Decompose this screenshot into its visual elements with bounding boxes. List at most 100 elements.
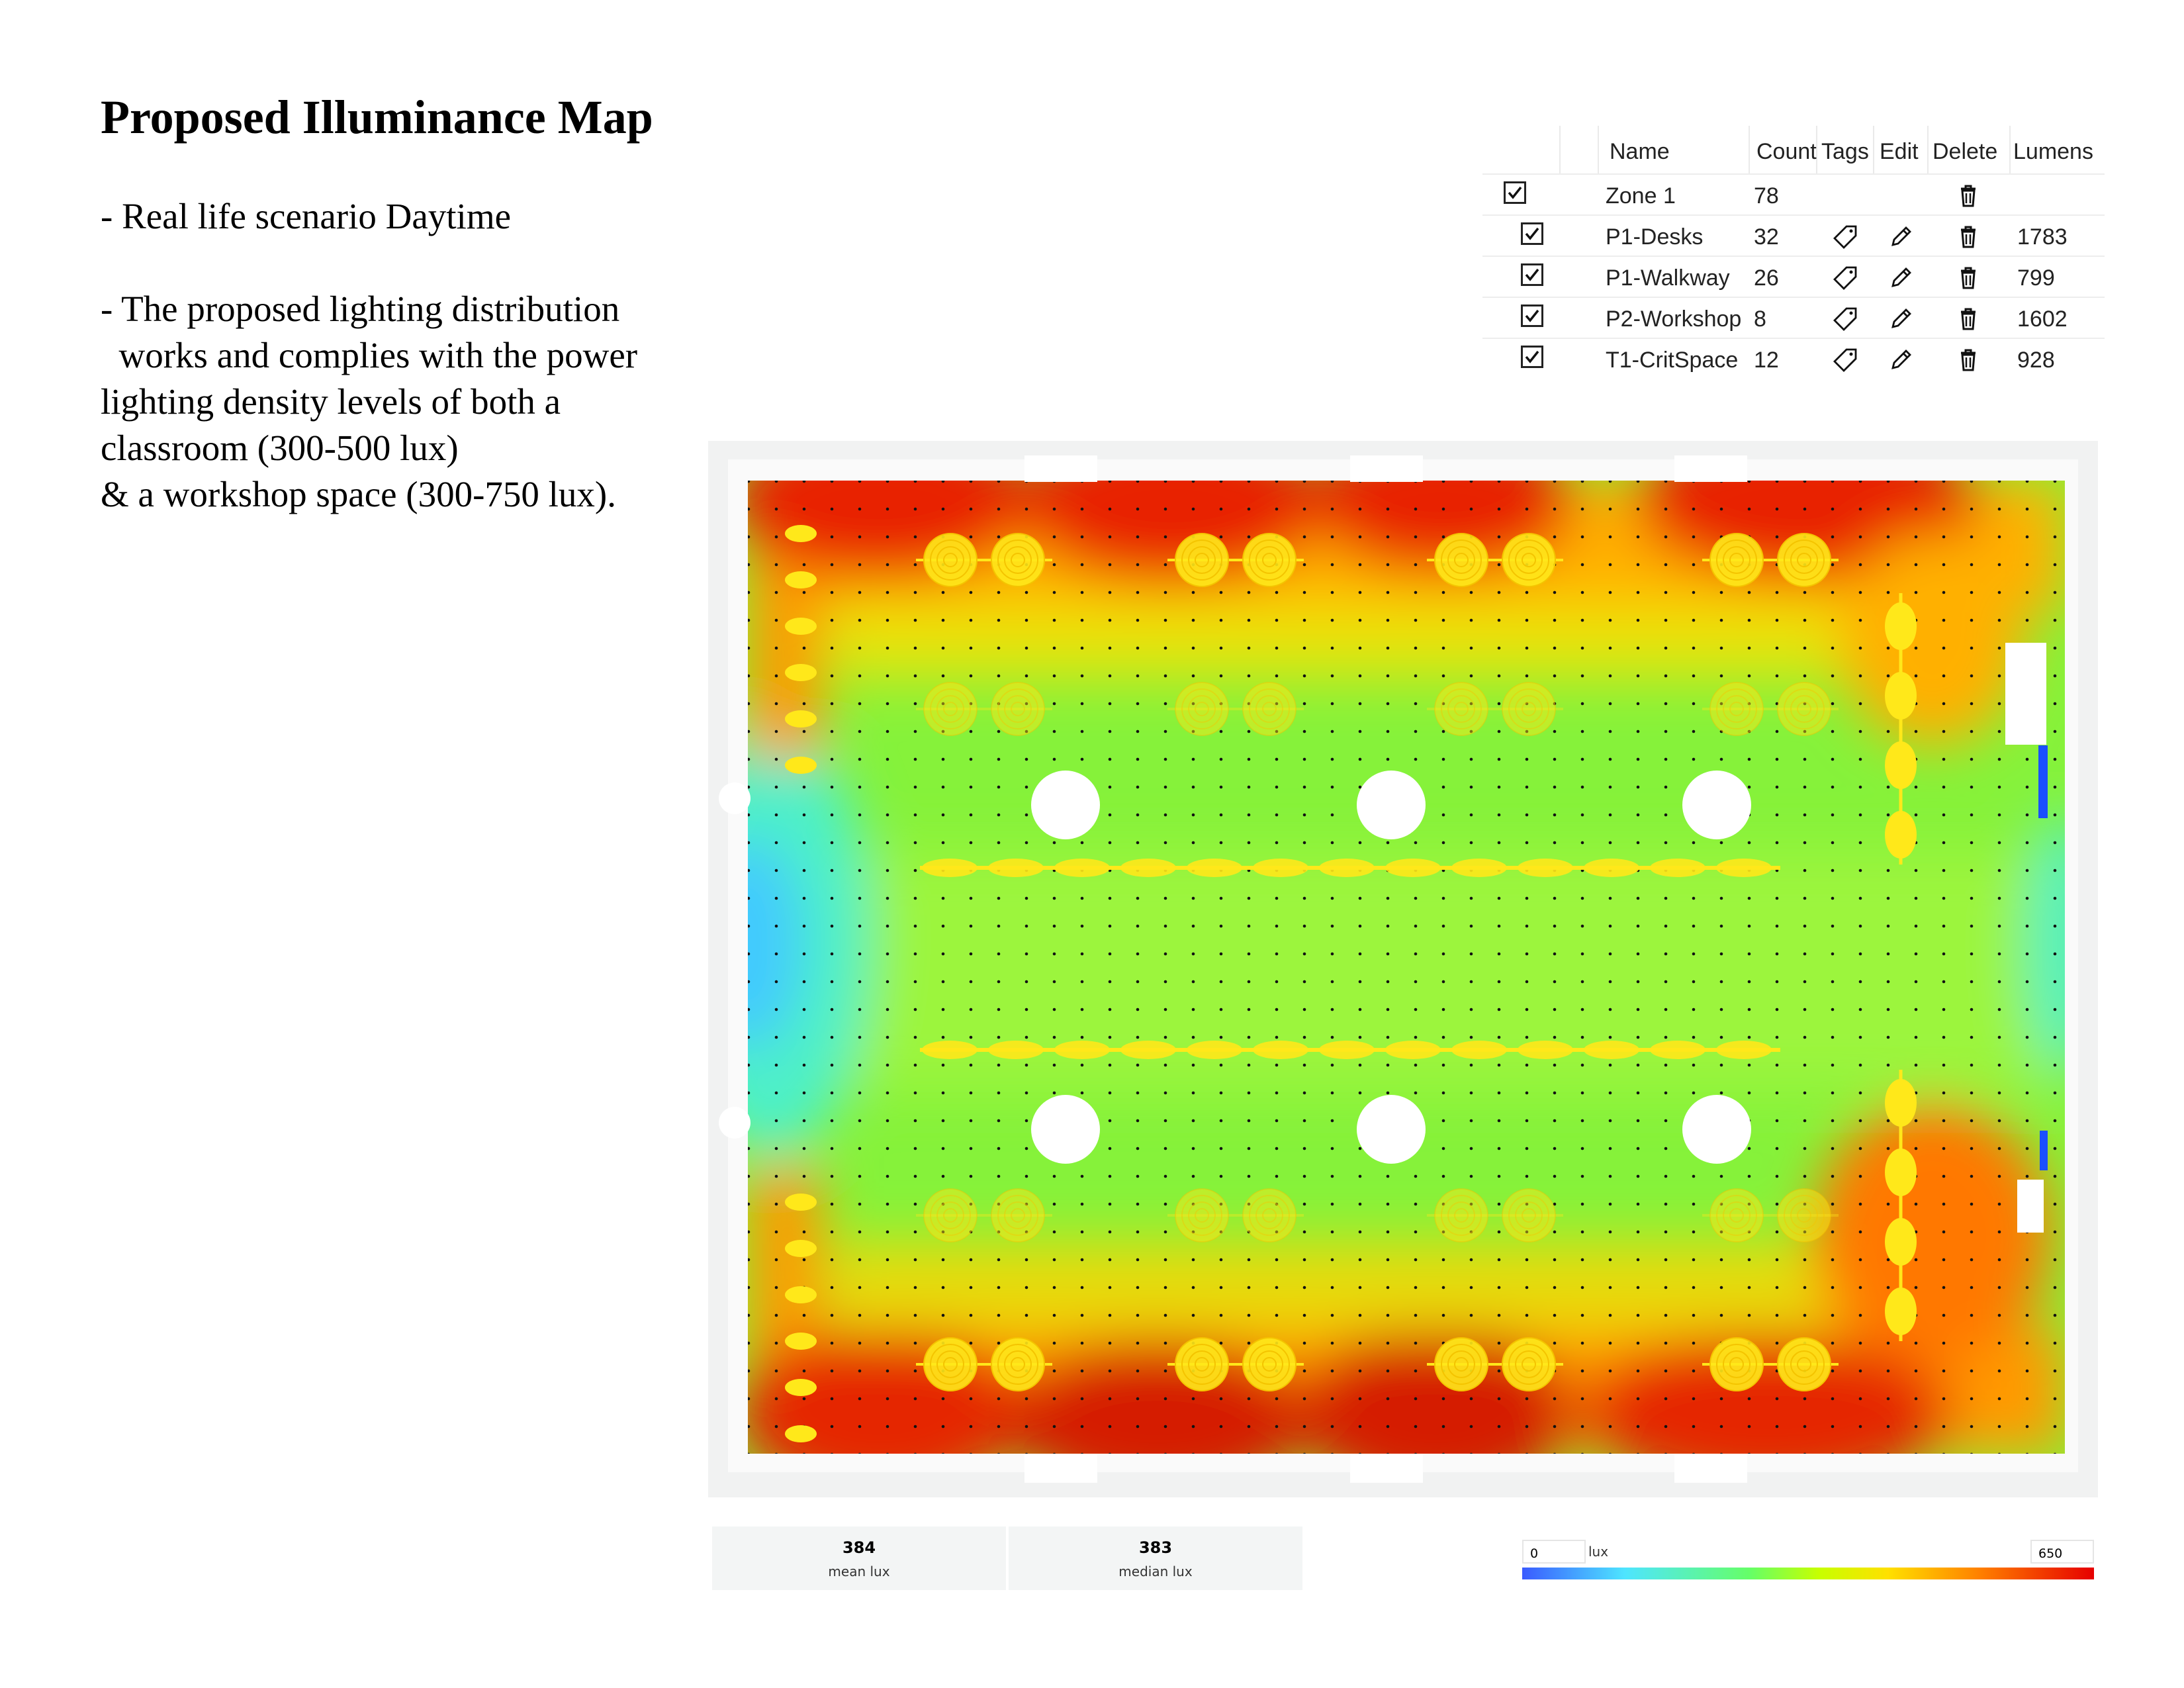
pendant-luminaire <box>1175 1188 1229 1243</box>
lux-color-legend: 0 lux 650 <box>1522 1540 2094 1582</box>
row-name: T1-CritSpace <box>1606 348 1739 373</box>
pendant-luminaire <box>1502 1337 1556 1391</box>
column <box>1357 771 1426 839</box>
table-row-zone-1[interactable]: Zone 1 78 <box>1482 173 2105 216</box>
table-row-p1-walkway[interactable]: P1-Walkway 26 799 <box>1482 256 2105 298</box>
pendant-luminaire <box>1175 533 1229 587</box>
check-icon <box>1508 186 1522 199</box>
header-count[interactable]: Count <box>1756 139 1817 165</box>
pendant-luminaire <box>1502 533 1556 587</box>
pendant-luminaire <box>991 1188 1045 1243</box>
row-checkbox[interactable] <box>1521 263 1543 286</box>
pendant-luminaire <box>1434 1188 1488 1243</box>
header-delete[interactable]: Delete <box>1933 139 1997 165</box>
mean-lux-value: 384 <box>842 1538 876 1557</box>
column <box>1682 771 1751 839</box>
table-row-p2-workshop[interactable]: P2-Workshop 8 1602 <box>1482 297 2105 339</box>
legend-max-input[interactable]: 650 <box>2030 1540 2094 1564</box>
illuminance-map-canvas[interactable] <box>708 441 2098 1497</box>
tag-icon[interactable] <box>1832 224 1858 250</box>
row-count: 12 <box>1754 348 1779 373</box>
pendant-luminaire <box>1175 1337 1229 1391</box>
pendant-luminaire <box>923 533 978 587</box>
column <box>1682 1095 1751 1164</box>
window-marker <box>2038 745 2048 818</box>
header-tags[interactable]: Tags <box>1821 139 1869 165</box>
trash-icon[interactable] <box>1955 183 1981 209</box>
row-name: P1-Walkway <box>1606 265 1730 291</box>
legend-unit: lux <box>1588 1544 1609 1560</box>
pencil-icon[interactable] <box>1888 306 1914 332</box>
check-icon <box>1525 268 1539 281</box>
table-row-t1-critspace[interactable]: T1-CritSpace 12 928 <box>1482 338 2105 380</box>
pendant-luminaire <box>1434 1337 1488 1391</box>
header-lumens[interactable]: Lumens <box>2013 139 2093 165</box>
pendant-luminaire <box>1242 533 1297 587</box>
pendant-luminaire <box>1777 1188 1831 1243</box>
pendant-luminaire <box>1709 533 1764 587</box>
pendant-luminaire <box>1175 682 1229 736</box>
pendant-luminaire <box>1709 1337 1764 1391</box>
row-checkbox[interactable] <box>1521 346 1543 368</box>
pendant-luminaire <box>1709 1188 1764 1243</box>
trash-icon[interactable] <box>1955 265 1981 291</box>
legend-min-input[interactable]: 0 <box>1522 1540 1586 1564</box>
row-lumens: 928 <box>2017 348 2055 373</box>
median-lux-card: 383 median lux <box>1009 1526 1302 1590</box>
row-name: Zone 1 <box>1606 183 1676 209</box>
row-checkbox[interactable] <box>1504 181 1526 204</box>
row-lumens: 1783 <box>2017 224 2068 250</box>
pendant-luminaire <box>1777 533 1831 587</box>
check-icon <box>1525 350 1539 363</box>
pendant-luminaire <box>991 1337 1045 1391</box>
column <box>1031 1095 1100 1164</box>
row-count: 78 <box>1754 183 1779 209</box>
median-lux-label: median lux <box>1118 1564 1193 1579</box>
row-lumens: 799 <box>2017 265 2055 291</box>
header-edit[interactable]: Edit <box>1880 139 1919 165</box>
pendant-luminaire <box>1502 682 1556 736</box>
trash-icon[interactable] <box>1955 306 1981 332</box>
scenario-description: - Real life scenario Daytime <box>101 196 512 236</box>
pendant-luminaire <box>991 533 1045 587</box>
mean-lux-card: 384 mean lux <box>712 1526 1006 1590</box>
tag-icon[interactable] <box>1832 265 1858 291</box>
check-icon <box>1525 227 1539 240</box>
row-checkbox[interactable] <box>1521 305 1543 327</box>
legend-gradient-bar <box>1522 1568 2094 1579</box>
row-lumens: 1602 <box>2017 306 2068 332</box>
row-count: 32 <box>1754 224 1779 250</box>
check-icon <box>1525 309 1539 322</box>
header-name[interactable]: Name <box>1610 139 1670 165</box>
pendant-luminaire <box>1242 1337 1297 1391</box>
illuminance-map[interactable] <box>708 441 2098 1497</box>
pendant-luminaire <box>1434 533 1488 587</box>
pencil-icon[interactable] <box>1888 224 1914 250</box>
row-checkbox[interactable] <box>1521 222 1543 245</box>
table-row-p1-desks[interactable]: P1-Desks 32 1783 <box>1482 214 2105 257</box>
row-name: P2-Workshop <box>1606 306 1742 332</box>
trash-icon[interactable] <box>1955 224 1981 250</box>
tag-icon[interactable] <box>1832 347 1858 373</box>
median-lux-value: 383 <box>1138 1538 1173 1557</box>
mean-lux-label: mean lux <box>828 1564 890 1579</box>
tag-icon[interactable] <box>1832 306 1858 332</box>
calculation-point-grid <box>748 481 2065 1454</box>
pencil-icon[interactable] <box>1888 265 1914 291</box>
heatmap-field <box>748 481 2065 1454</box>
trash-icon[interactable] <box>1955 347 1981 373</box>
pendant-luminaire <box>1777 682 1831 736</box>
column <box>1357 1095 1426 1164</box>
pendant-luminaire <box>923 1337 978 1391</box>
window-marker <box>2040 1131 2048 1170</box>
column <box>1031 771 1100 839</box>
pendant-luminaire <box>991 682 1045 736</box>
row-count: 26 <box>1754 265 1779 291</box>
pendant-luminaire <box>1434 682 1488 736</box>
pendant-luminaire <box>923 682 978 736</box>
row-name: P1-Desks <box>1606 224 1704 250</box>
pencil-icon[interactable] <box>1888 347 1914 373</box>
pendant-luminaire <box>1777 1337 1831 1391</box>
pendant-luminaire <box>1242 682 1297 736</box>
pendant-luminaire <box>1242 1188 1297 1243</box>
